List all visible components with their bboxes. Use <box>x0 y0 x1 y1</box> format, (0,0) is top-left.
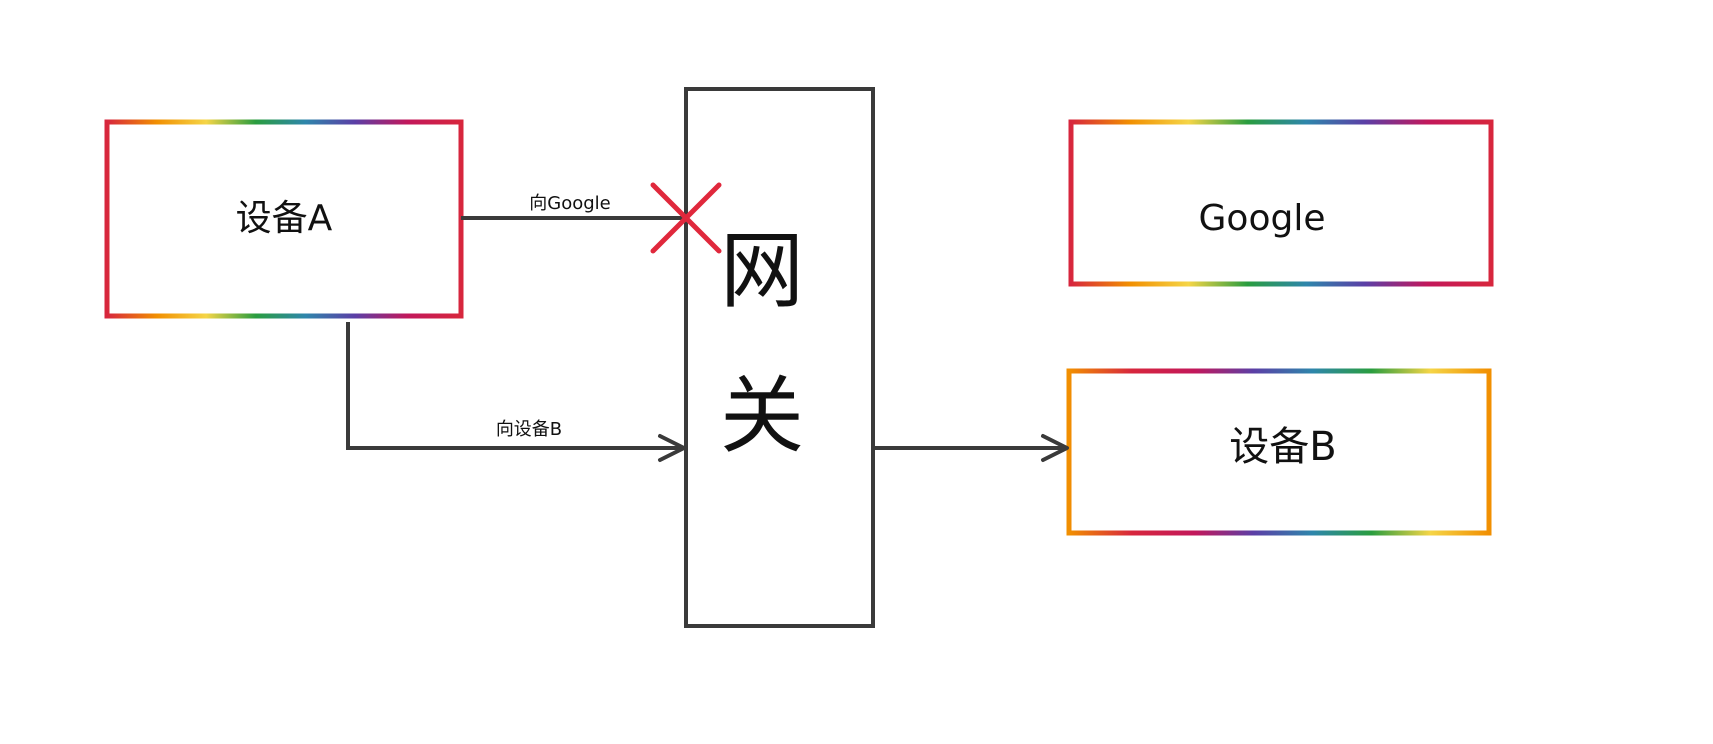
google-label: Google <box>1199 198 1326 239</box>
gateway-node: 网 关 <box>684 87 875 628</box>
edge-a-to-b-label: 向设备B <box>496 419 562 440</box>
device-b-node: 设备B <box>1066 368 1492 536</box>
google-node: Google <box>1068 119 1494 287</box>
edge-a-to-b: 向设备B <box>346 322 686 462</box>
gateway-label-line2: 关 <box>720 367 804 465</box>
gateway-box <box>684 87 875 628</box>
gateway-label-line1: 网 <box>720 222 804 320</box>
edge-a-to-google-label: 向Google <box>529 193 610 214</box>
device-a-label: 设备A <box>236 198 333 239</box>
edge-gateway-to-b <box>875 434 1069 462</box>
edge-a-to-google: 向Google <box>461 182 722 254</box>
device-b-label: 设备B <box>1229 424 1336 470</box>
network-diagram: 设备A 网 关 Google 设备B 向Google 向设备B <box>104 87 1494 628</box>
device-a-node: 设备A <box>104 119 464 319</box>
